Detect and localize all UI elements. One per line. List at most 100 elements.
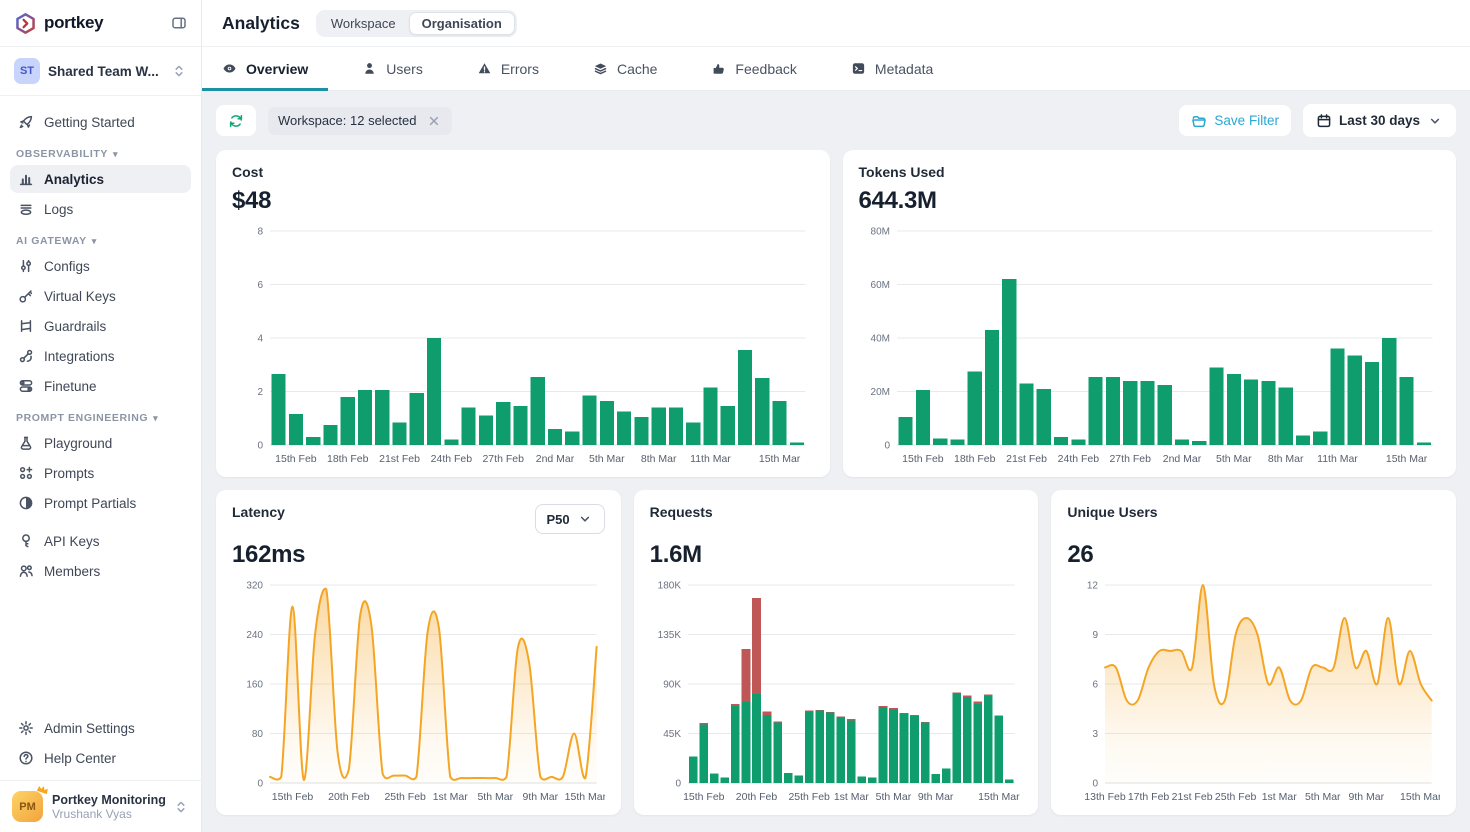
tab-label: Feedback <box>735 61 796 77</box>
api-key-icon <box>18 533 34 549</box>
svg-text:15th Feb: 15th Feb <box>272 791 314 803</box>
svg-text:5th Mar: 5th Mar <box>875 791 911 803</box>
svg-text:20th Feb: 20th Feb <box>735 791 777 803</box>
svg-text:9th Mar: 9th Mar <box>917 791 953 803</box>
latency-card: Latency P50 162ms 08016024032015th Feb20… <box>216 490 621 815</box>
svg-text:2nd Mar: 2nd Mar <box>1162 453 1201 465</box>
tab-metadata[interactable]: Metadata <box>831 47 953 90</box>
card-title: Cost <box>232 164 814 180</box>
tab-label: Errors <box>501 61 539 77</box>
people-icon <box>18 563 34 579</box>
svg-text:24th Feb: 24th Feb <box>1057 453 1099 465</box>
date-range-button[interactable]: Last 30 days <box>1303 104 1456 137</box>
section-label: AI GATEWAY <box>16 235 87 247</box>
guardrails-icon <box>18 318 34 334</box>
svg-text:1st Mar: 1st Mar <box>833 791 869 803</box>
svg-text:240: 240 <box>246 630 263 641</box>
sidebar-item-finetune[interactable]: Finetune <box>10 372 191 400</box>
workspace-avatar: ST <box>14 58 40 84</box>
sidebar-item-logs[interactable]: Logs <box>10 195 191 223</box>
workspace-filter-chip-label: Workspace: 12 selected <box>278 113 417 128</box>
svg-text:8th Mar: 8th Mar <box>1267 453 1303 465</box>
card-value: 26 <box>1067 541 1440 569</box>
sidebar-item-label: Finetune <box>44 379 97 394</box>
sidebar-item-label: Guardrails <box>44 319 106 334</box>
key-icon <box>18 288 34 304</box>
sidebar-item-playground[interactable]: Playground <box>10 429 191 457</box>
svg-text:2nd Mar: 2nd Mar <box>536 453 575 465</box>
tab-errors[interactable]: Errors <box>457 47 559 90</box>
sidebar-item-getting-started[interactable]: Getting Started <box>10 108 191 136</box>
svg-text:15th Mar: 15th Mar <box>1400 791 1440 803</box>
sidebar-item-prompts[interactable]: Prompts <box>10 459 191 487</box>
svg-text:5th Mar: 5th Mar <box>477 791 513 803</box>
crown-icon <box>34 782 50 798</box>
chip-close-icon[interactable] <box>426 113 442 129</box>
sidebar-item-help-center[interactable]: Help Center <box>10 744 191 772</box>
svg-text:0: 0 <box>675 779 681 790</box>
tokens-used-chart: 020M40M60M80M15th Feb18th Feb21st Feb24t… <box>859 223 1441 469</box>
svg-text:5th Mar: 5th Mar <box>589 453 625 465</box>
scope-option-workspace[interactable]: Workspace <box>318 12 409 35</box>
svg-text:11th Mar: 11th Mar <box>1317 453 1358 465</box>
svg-text:6: 6 <box>257 280 263 291</box>
svg-text:80M: 80M <box>870 227 889 238</box>
workspace-selector[interactable]: ST Shared Team W... <box>0 47 201 96</box>
card-value: 644.3M <box>859 187 1441 215</box>
section-header-prompt-engineering[interactable]: PROMPT ENGINEERING▾ <box>16 412 185 424</box>
sidebar-item-integrations[interactable]: Integrations <box>10 342 191 370</box>
sidebar-item-virtual-keys[interactable]: Virtual Keys <box>10 282 191 310</box>
card-title: Unique Users <box>1067 504 1157 520</box>
latency-percentile-select[interactable]: P50 <box>535 504 605 534</box>
tab-label: Overview <box>246 61 308 77</box>
tab-feedback[interactable]: Feedback <box>691 47 816 90</box>
sidebar-item-api-keys[interactable]: API Keys <box>10 527 191 555</box>
cost-card: Cost $48 0246815th Feb18th Feb21st Feb24… <box>216 150 830 477</box>
tab-overview[interactable]: Overview <box>202 47 328 90</box>
logs-icon <box>18 201 34 217</box>
svg-text:45K: 45K <box>663 729 681 740</box>
sidebar-item-members[interactable]: Members <box>10 557 191 585</box>
save-filter-button[interactable]: Save Filter <box>1179 105 1291 136</box>
sidebar-item-label: Help Center <box>44 751 116 766</box>
workspace-filter-chip[interactable]: Workspace: 12 selected <box>268 107 452 135</box>
account-switcher[interactable]: PM Portkey Monitoring Vrushank Vyas <box>0 780 201 832</box>
sidebar-item-label: Admin Settings <box>44 721 135 736</box>
section-header-observability[interactable]: OBSERVABILITY▾ <box>16 148 185 160</box>
section-header-ai-gateway[interactable]: AI GATEWAY▾ <box>16 235 185 247</box>
svg-text:27th Feb: 27th Feb <box>482 453 524 465</box>
sidebar-item-admin-settings[interactable]: Admin Settings <box>10 714 191 742</box>
logo-text: portkey <box>44 13 103 33</box>
tab-cache[interactable]: Cache <box>573 47 677 90</box>
calendar-icon <box>1316 113 1332 129</box>
thumb-icon <box>711 61 726 76</box>
tab-label: Cache <box>617 61 657 77</box>
sliders-icon <box>18 258 34 274</box>
unique-users-card: Unique Users 26 03691213th Feb17th Feb21… <box>1051 490 1456 815</box>
warning-icon <box>477 61 492 76</box>
svg-text:0: 0 <box>884 441 890 452</box>
filter-bar: Workspace: 12 selected Save Filter Last … <box>216 104 1456 137</box>
scope-option-organisation[interactable]: Organisation <box>409 12 515 35</box>
tab-users[interactable]: Users <box>342 47 443 90</box>
sidebar-item-analytics[interactable]: Analytics <box>10 165 191 193</box>
section-caret-icon: ▾ <box>153 413 158 424</box>
sidebar-item-configs[interactable]: Configs <box>10 252 191 280</box>
svg-text:11th Mar: 11th Mar <box>690 453 731 465</box>
sidebar: portkey ST Shared Team W... Getting Star… <box>0 0 202 832</box>
layers-icon <box>593 61 608 76</box>
folder-icon <box>1191 113 1207 129</box>
sidebar-item-guardrails[interactable]: Guardrails <box>10 312 191 340</box>
page-title: Analytics <box>222 13 300 34</box>
refresh-button[interactable] <box>216 105 256 136</box>
card-title: Latency <box>232 504 285 520</box>
card-title: Requests <box>650 504 713 520</box>
portkey-logo-icon <box>14 12 37 35</box>
cost-chart: 0246815th Feb18th Feb21st Feb24th Feb27t… <box>232 223 814 469</box>
svg-text:5th Mar: 5th Mar <box>1305 791 1341 803</box>
sidebar-item-prompt-partials[interactable]: Prompt Partials <box>10 489 191 517</box>
svg-text:8th Mar: 8th Mar <box>641 453 677 465</box>
svg-text:40M: 40M <box>870 334 889 345</box>
svg-text:180K: 180K <box>657 581 681 592</box>
collapse-sidebar-icon[interactable] <box>171 15 187 31</box>
